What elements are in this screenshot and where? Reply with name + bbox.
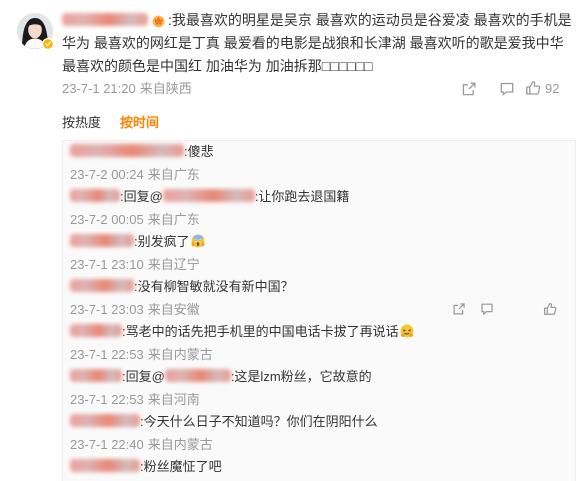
reply-text: :没有柳智敏就没有新中国？ <box>134 279 294 294</box>
reply-time: 23-7-1 22:40 <box>70 437 144 452</box>
reply-meta: 23-7-1 23:03 来自安徽 <box>63 298 575 321</box>
reply-list: :傻悲 23-7-2 00:24 来自广东 :回复@:让你跑去退国籍 23-7-2… <box>62 140 576 481</box>
reply-text: :这是lzm粉丝，它故意的 <box>230 369 372 384</box>
comment-icon[interactable] <box>480 302 494 316</box>
reply-text: :傻悲 <box>184 144 214 159</box>
reply-item: :傻悲 23-7-2 00:24 来自广东 <box>63 141 575 186</box>
like-icon[interactable] <box>543 302 557 316</box>
reply-username-redacted[interactable] <box>70 369 122 382</box>
reply-location: 来自内蒙古 <box>147 347 213 362</box>
reply-location: 来自辽宁 <box>147 257 200 272</box>
reply-username-redacted[interactable] <box>70 279 134 292</box>
reply-username-redacted[interactable] <box>70 324 122 337</box>
reply-text: :今天什么日子不知道吗？你们在阴阳什么 <box>140 414 378 429</box>
reply-location: 来自河南 <box>147 392 200 407</box>
reply-mention-redacted[interactable] <box>162 189 255 202</box>
reply-time: 23-7-2 00:05 <box>70 212 144 227</box>
reply-meta: 23-7-1 22:53 来自内蒙古 <box>63 343 575 366</box>
reply-location: 来自广东 <box>147 167 200 182</box>
verified-badge-icon <box>41 37 55 51</box>
reply-username-redacted[interactable] <box>70 234 134 247</box>
reply-username-redacted[interactable] <box>70 144 184 157</box>
comment-username-redacted[interactable] <box>62 13 148 26</box>
reply-text: :别发疯了 <box>134 234 190 249</box>
reply-content: :回复@ :这是lzm粉丝，它故意的 <box>63 366 575 388</box>
reply-time: 23-7-1 22:53 <box>70 347 144 362</box>
comment-meta: 23-7-1 21:20 来自陕西 <box>62 79 192 99</box>
reply-item: :回复@ :让你跑去退国籍 23-7-2 00:05 来自广东 <box>63 186 575 231</box>
like-count: 92 <box>545 81 560 96</box>
reply-item: :别发疯了 23-7-1 23:10 来自辽宁 <box>63 231 575 276</box>
reply-content: :没有柳智敏就没有新中国？ <box>63 276 575 298</box>
hands-on-face-emoji-icon <box>400 324 414 338</box>
reply-text: :粉丝魔怔了吧 <box>140 459 222 474</box>
reply-content: :今天什么日子不知道吗？你们在阴阳什么 <box>63 411 575 433</box>
share-icon[interactable] <box>461 81 477 97</box>
reply-text: :让你跑去退国籍 <box>254 189 350 204</box>
share-icon[interactable] <box>452 302 466 316</box>
reply-time: 23-7-2 00:24 <box>70 167 144 182</box>
reply-content: :骂老中的话先把手机里的中国电话卡拔了再说话 <box>63 321 575 343</box>
like-icon[interactable] <box>525 80 541 96</box>
reply-location: 来自广东 <box>147 212 200 227</box>
fan-badge-icon <box>151 13 166 28</box>
reply-item: :没有柳智敏就没有新中国？ 23-7-1 23:03 来自安徽 <box>63 276 575 321</box>
reply-prefix: :回复@ <box>122 369 165 384</box>
reply-item: :今天什么日子不知道吗？你们在阴阳什么 23-7-1 22:40 来自内蒙古 <box>63 411 575 456</box>
reply-username-redacted[interactable] <box>70 189 120 202</box>
reply-time: 23-7-1 22:53 <box>70 392 144 407</box>
reply-meta: 23-7-2 00:05 来自广东 <box>63 208 575 231</box>
reply-content: :回复@ :让你跑去退国籍 <box>63 186 575 208</box>
reply-meta: 23-7-1 22:53 来自河南 <box>63 388 575 411</box>
reply-location: 来自内蒙古 <box>147 437 213 452</box>
reply-location: 来自安徽 <box>147 302 200 317</box>
reply-content: :别发疯了 <box>63 231 575 253</box>
reply-content: :粉丝魔怔了吧 <box>63 456 575 478</box>
reply-username-redacted[interactable] <box>70 414 140 427</box>
comment-icon[interactable] <box>499 81 515 97</box>
reply-text: :骂老中的话先把手机里的中国电话卡拔了再说话 <box>122 324 399 339</box>
reply-prefix: :回复@ <box>120 189 163 204</box>
reply-username-redacted[interactable] <box>70 459 140 472</box>
reply-time: 23-7-1 23:03 <box>70 302 144 317</box>
reply-meta: 23-7-2 00:24 来自广东 <box>63 163 575 186</box>
scared-face-emoji-icon <box>191 234 205 248</box>
comment-content: :我最喜欢的明星是吴京 最喜欢的运动员是谷爱凌 最喜欢的手机是华为 最喜欢的网红… <box>62 9 576 78</box>
sort-tabs: 按热度 按时间 <box>62 113 159 133</box>
reply-content: :傻悲 <box>63 141 575 163</box>
comment-location: 来自陕西 <box>139 81 192 96</box>
reply-mention-redacted[interactable] <box>164 369 231 382</box>
reply-item: :粉丝魔怔了吧 <box>63 456 575 478</box>
reply-item: :回复@ :这是lzm粉丝，它故意的 23-7-1 22:53 来自河南 <box>63 366 575 411</box>
reply-item: :骂老中的话先把手机里的中国电话卡拔了再说话 23-7-1 22:53 来自内蒙古 <box>63 321 575 366</box>
tab-sort-by-hot[interactable]: 按热度 <box>62 113 101 133</box>
reply-meta: 23-7-1 22:40 来自内蒙古 <box>63 433 575 456</box>
reply-time: 23-7-1 23:10 <box>70 257 144 272</box>
tab-sort-by-time[interactable]: 按时间 <box>120 113 159 133</box>
reply-meta: 23-7-1 23:10 来自辽宁 <box>63 253 575 276</box>
comment-time: 23-7-1 21:20 <box>62 81 136 96</box>
